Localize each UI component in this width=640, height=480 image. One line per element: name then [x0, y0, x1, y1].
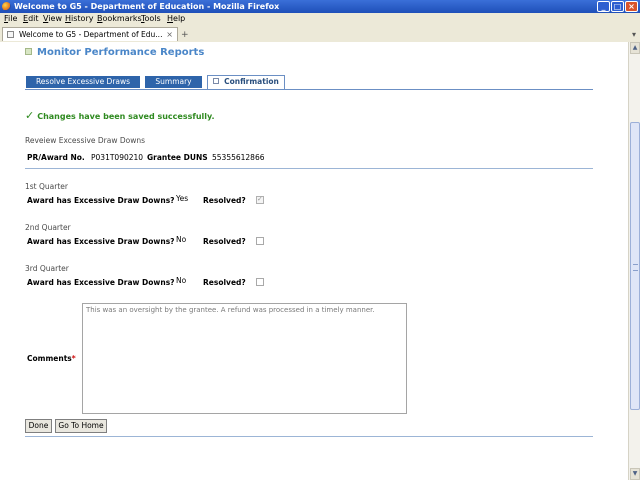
- menu-edit[interactable]: Edit: [23, 13, 39, 25]
- quarter-3-resolved-label: Resolved?: [203, 278, 246, 287]
- page-content: Monitor Performance Reports Resolve Exce…: [0, 42, 628, 480]
- quarter-3-answer: No: [176, 276, 187, 285]
- window-titlebar: Welcome to G5 - Department of Education …: [0, 0, 640, 13]
- menu-view[interactable]: View: [43, 13, 62, 25]
- menu-bookmarks[interactable]: Bookmarks: [97, 13, 142, 25]
- tab-resolve-excessive-draws[interactable]: Resolve Excessive Draws: [26, 76, 140, 88]
- tab-list-icon[interactable]: ▾: [632, 30, 636, 39]
- new-tab-icon[interactable]: +: [181, 30, 189, 40]
- scroll-down-icon[interactable]: ▼: [630, 468, 640, 480]
- scroll-grip-icon: [633, 264, 638, 271]
- bottom-divider: [25, 436, 593, 437]
- review-heading: Reveiew Excessive Draw Downs: [25, 136, 146, 145]
- firefox-icon: [2, 2, 11, 11]
- quarter-1-answer: Yes: [176, 194, 189, 203]
- tab-confirmation[interactable]: Confirmation: [207, 75, 285, 89]
- pr-award-label: PR/Award No.: [27, 153, 85, 162]
- scroll-up-icon[interactable]: ▲: [630, 42, 640, 54]
- quarter-1-question: Award has Excessive Draw Downs?: [27, 196, 175, 205]
- title-bullet-icon: [25, 48, 32, 55]
- close-window-button[interactable]: ×: [625, 1, 638, 12]
- duns-label: Grantee DUNS: [147, 153, 208, 162]
- divider: [25, 168, 593, 169]
- menu-bar: File Edit View History Bookmarks Tools H…: [0, 13, 640, 25]
- menu-tools[interactable]: Tools: [141, 13, 161, 25]
- quarter-2-question: Award has Excessive Draw Downs?: [27, 237, 175, 246]
- quarter-2-label: 2nd Quarter: [25, 223, 71, 232]
- quarter-3-label: 3rd Quarter: [25, 264, 69, 273]
- tab-close-icon[interactable]: ×: [166, 28, 173, 41]
- checkmark-icon: ✓: [25, 109, 35, 122]
- duns-value: 55355612866: [212, 153, 265, 162]
- pr-award-value: P031T090210: [91, 153, 144, 162]
- go-to-home-button[interactable]: Go To Home: [55, 419, 107, 433]
- tab-square-icon: [213, 78, 220, 84]
- browser-tab-bar: Welcome to G5 - Department of Edu... × +…: [0, 25, 640, 43]
- quarter-2-resolved-label: Resolved?: [203, 237, 246, 246]
- quarter-3-resolved-checkbox[interactable]: [256, 278, 264, 286]
- wizard-tabs: Resolve Excessive Draws Summary Confirma…: [25, 75, 593, 90]
- browser-tab-title: Welcome to G5 - Department of Edu...: [19, 30, 163, 39]
- page-title-text: Monitor Performance Reports: [37, 47, 205, 58]
- menu-history[interactable]: History: [65, 13, 93, 25]
- browser-tab[interactable]: Welcome to G5 - Department of Edu... ×: [2, 27, 178, 41]
- page-title: Monitor Performance Reports: [25, 47, 204, 58]
- minimize-button[interactable]: _: [597, 1, 610, 12]
- quarter-1-resolved-checkbox[interactable]: [256, 195, 264, 204]
- window-controls: _ □ ×: [597, 1, 638, 12]
- quarter-1-resolved-label: Resolved?: [203, 196, 246, 205]
- comments-textarea[interactable]: This was an oversight by the grantee. A …: [82, 303, 407, 414]
- success-message: ✓ Changes have been saved successfully.: [25, 109, 215, 122]
- maximize-button[interactable]: □: [611, 1, 624, 12]
- window-title: Welcome to G5 - Department of Education …: [14, 2, 280, 11]
- scroll-thumb[interactable]: [630, 122, 640, 410]
- page-icon: [7, 31, 14, 38]
- menu-help[interactable]: Help: [167, 13, 185, 25]
- quarter-2-resolved-checkbox[interactable]: [256, 237, 264, 245]
- menu-file[interactable]: File: [4, 13, 17, 25]
- comments-label-text: Comments: [27, 354, 72, 363]
- tab-confirmation-label: Confirmation: [224, 77, 279, 86]
- quarter-1-label: 1st Quarter: [25, 182, 68, 191]
- done-button[interactable]: Done: [25, 419, 52, 433]
- success-text: Changes have been saved successfully.: [37, 112, 215, 121]
- quarter-2-answer: No: [176, 235, 187, 244]
- vertical-scrollbar[interactable]: ▲ ▼: [628, 42, 640, 480]
- required-marker: *: [71, 354, 76, 363]
- quarter-3-question: Award has Excessive Draw Downs?: [27, 278, 175, 287]
- comments-label: Comments*: [27, 354, 76, 363]
- tab-summary[interactable]: Summary: [145, 76, 202, 88]
